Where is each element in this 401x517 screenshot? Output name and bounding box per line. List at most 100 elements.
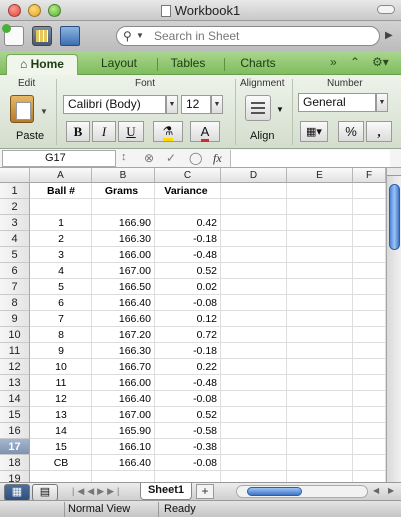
- formula-input[interactable]: [230, 150, 390, 167]
- row-header[interactable]: 7: [0, 279, 30, 295]
- row-header[interactable]: 10: [0, 327, 30, 343]
- cell-c6[interactable]: 0.52: [155, 263, 217, 279]
- underline-button[interactable]: U: [118, 121, 144, 142]
- column-header-f[interactable]: F: [353, 168, 386, 183]
- cell-b17[interactable]: 166.10: [92, 439, 151, 455]
- paste-button[interactable]: Paste: [16, 130, 44, 142]
- toolbar-overflow-icon[interactable]: ▶: [385, 30, 393, 41]
- cell-a7[interactable]: 5: [30, 279, 92, 295]
- search-options-chevron-icon[interactable]: ▼: [136, 31, 144, 40]
- cell-b11[interactable]: 166.30: [92, 343, 151, 359]
- row-header[interactable]: 2: [0, 199, 30, 215]
- italic-button[interactable]: I: [92, 121, 116, 142]
- number-format-field[interactable]: General: [298, 93, 376, 112]
- cell-c10[interactable]: 0.72: [155, 327, 217, 343]
- cell-b1[interactable]: Grams: [92, 183, 151, 199]
- cell-c19[interactable]: [155, 471, 217, 482]
- cell-b2[interactable]: [92, 199, 151, 215]
- cell-a17[interactable]: 15: [30, 439, 92, 455]
- row-header[interactable]: 15: [0, 407, 30, 423]
- row-header[interactable]: 3: [0, 215, 30, 231]
- font-color-icon[interactable]: A: [190, 121, 220, 142]
- paint-bucket-icon[interactable]: ⚗: [153, 121, 183, 142]
- font-size-chevron-icon[interactable]: ▼: [211, 95, 223, 114]
- row-header[interactable]: 14: [0, 391, 30, 407]
- collapse-ribbon-icon[interactable]: ⌃: [350, 55, 360, 69]
- cell-b16[interactable]: 165.90: [92, 423, 151, 439]
- cell-a13[interactable]: 11: [30, 375, 92, 391]
- add-sheet-button[interactable]: +: [196, 484, 214, 499]
- cell-c3[interactable]: 0.42: [155, 215, 217, 231]
- cell-b13[interactable]: 166.00: [92, 375, 151, 391]
- cell-b18[interactable]: 166.40: [92, 455, 151, 471]
- tab-charts[interactable]: Charts: [232, 54, 284, 75]
- cell-b3[interactable]: 166.90: [92, 215, 151, 231]
- row-header[interactable]: 9: [0, 311, 30, 327]
- name-box[interactable]: G17: [2, 150, 116, 167]
- cell-c18[interactable]: -0.08: [155, 455, 217, 471]
- cell-b19[interactable]: [92, 471, 151, 482]
- cell-c7[interactable]: 0.02: [155, 279, 217, 295]
- align-button[interactable]: Align: [250, 130, 274, 142]
- row-header[interactable]: 13: [0, 375, 30, 391]
- sheet-navigation-arrows-icon[interactable]: |◀◀▶▶|: [72, 486, 122, 497]
- tab-layout[interactable]: Layout: [86, 54, 152, 75]
- column-header-b[interactable]: B: [92, 168, 155, 183]
- cell-a8[interactable]: 6: [30, 295, 92, 311]
- column-header-e[interactable]: E: [287, 168, 353, 183]
- split-handle[interactable]: [387, 168, 401, 176]
- vertical-scroll-thumb[interactable]: [389, 184, 400, 250]
- cell-a15[interactable]: 13: [30, 407, 92, 423]
- column-header-d[interactable]: D: [221, 168, 287, 183]
- row-header[interactable]: 18: [0, 455, 30, 471]
- open-icon[interactable]: [60, 26, 80, 46]
- cell-b6[interactable]: 167.00: [92, 263, 151, 279]
- cell-a10[interactable]: 8: [30, 327, 92, 343]
- scroll-left-arrow-icon[interactable]: ◀: [373, 486, 379, 495]
- cell-c16[interactable]: -0.58: [155, 423, 217, 439]
- currency-icon[interactable]: ▦▾: [300, 121, 328, 142]
- more-tabs-icon[interactable]: »: [330, 55, 337, 69]
- cell-b15[interactable]: 167.00: [92, 407, 151, 423]
- row-header[interactable]: 16: [0, 423, 30, 439]
- font-size-field[interactable]: 12: [181, 95, 211, 114]
- new-document-icon[interactable]: [2, 24, 24, 46]
- cell-a19[interactable]: [30, 471, 92, 482]
- row-header[interactable]: 4: [0, 231, 30, 247]
- cell-a9[interactable]: 7: [30, 311, 92, 327]
- cell-a12[interactable]: 10: [30, 359, 92, 375]
- row-header[interactable]: 6: [0, 263, 30, 279]
- cell-c17[interactable]: -0.38: [155, 439, 217, 455]
- cell-c1[interactable]: Variance: [155, 183, 217, 199]
- cell-a3[interactable]: 1: [30, 215, 92, 231]
- cell-a18[interactable]: CB: [30, 455, 92, 471]
- cell-c2[interactable]: [155, 199, 217, 215]
- paste-options-chevron-icon[interactable]: ▼: [40, 107, 48, 116]
- tab-tables[interactable]: Tables: [162, 54, 214, 75]
- cancel-entry-icon[interactable]: ⊗: [144, 151, 154, 165]
- number-format-chevron-icon[interactable]: ▼: [376, 93, 388, 112]
- cell-b10[interactable]: 167.20: [92, 327, 151, 343]
- cell-c5[interactable]: -0.48: [155, 247, 217, 263]
- cell-c15[interactable]: 0.52: [155, 407, 217, 423]
- fx-icon[interactable]: fx: [213, 151, 222, 166]
- align-chevron-icon[interactable]: ▼: [276, 105, 284, 114]
- cell-c4[interactable]: -0.18: [155, 231, 217, 247]
- cell-c12[interactable]: 0.22: [155, 359, 217, 375]
- confirm-entry-icon[interactable]: ✓: [166, 151, 176, 165]
- clipboard-icon[interactable]: [10, 95, 34, 123]
- scroll-right-arrow-icon[interactable]: ▶: [388, 486, 394, 495]
- cell-b9[interactable]: 166.60: [92, 311, 151, 327]
- gallery-icon[interactable]: [32, 26, 52, 46]
- horizontal-scrollbar[interactable]: [236, 485, 368, 498]
- cell-a5[interactable]: 3: [30, 247, 92, 263]
- sheet-tab[interactable]: Sheet1: [140, 483, 192, 500]
- percent-button[interactable]: %: [338, 121, 364, 142]
- cell-c14[interactable]: -0.08: [155, 391, 217, 407]
- normal-view-icon[interactable]: ▦: [4, 484, 30, 501]
- cell-c8[interactable]: -0.08: [155, 295, 217, 311]
- cell-a16[interactable]: 14: [30, 423, 92, 439]
- align-icon[interactable]: [245, 95, 271, 121]
- tab-home[interactable]: ⌂ Home: [6, 54, 78, 75]
- row-header[interactable]: 19: [0, 471, 30, 482]
